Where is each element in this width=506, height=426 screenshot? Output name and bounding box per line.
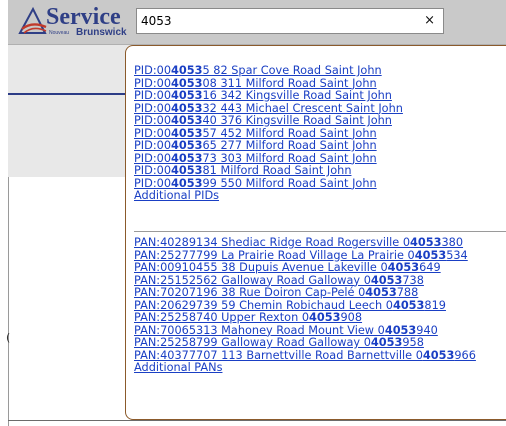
result-suffix: 788 (396, 286, 419, 299)
query-match: 4053 (365, 286, 397, 299)
additional-pids-link[interactable]: Additional PIDs (134, 189, 403, 203)
result-suffix: 5 82 Spar Cove Road Saint John (202, 64, 382, 77)
result-suffix: 32 443 Michael Crescent Saint John (202, 101, 403, 115)
result-prefix: PAN:25258799 Galloway Road Galloway 0 (134, 336, 371, 349)
result-suffix: 73 303 Milford Road Saint John (202, 151, 377, 165)
result-prefix: PID:00 (134, 89, 172, 102)
result-prefix: PAN:25258740 Upper Rexton 0 (134, 311, 310, 324)
service-new-brunswick-logo[interactable]: Service Nouveau Brunswick (18, 4, 127, 38)
result-prefix: PAN:25152562 Galloway Road Galloway 0 (134, 273, 371, 287)
logo-subtitle: Brunswick (76, 27, 127, 38)
query-match: 4053 (171, 101, 203, 115)
result-suffix: 57 452 Milford Road Saint John (202, 126, 377, 140)
logo-tagline: Nouveau (49, 30, 70, 36)
result-suffix: 819 (424, 298, 446, 312)
query-match: 4053 (171, 176, 203, 190)
result-suffix: 16 342 Kingsville Road Saint John (202, 89, 392, 102)
header-bar: Service Nouveau Brunswick × (8, 0, 506, 45)
result-prefix: PAN:70065313 Mahoney Road Mount View 0 (134, 323, 385, 337)
clear-x-icon[interactable]: × (424, 13, 435, 28)
result-suffix: 908 (340, 311, 363, 324)
results-divider (134, 231, 506, 232)
result-suffix: 380 (441, 236, 464, 249)
result-suffix: 649 (419, 261, 441, 274)
result-prefix: PID:00 (134, 76, 172, 90)
result-prefix: PID:00 (134, 176, 172, 190)
result-prefix: PAN:40289134 Shediac Ridge Road Rogersvi… (134, 236, 411, 249)
result-prefix: PID:00 (134, 139, 172, 152)
result-suffix: 08 311 Milford Road Saint John (202, 76, 377, 90)
query-match: 4053 (171, 76, 203, 90)
result-prefix: PID:00 (134, 164, 172, 177)
query-match: 4053 (422, 348, 455, 362)
query-match: 4053 (171, 139, 203, 152)
query-match: 4053 (309, 311, 341, 324)
logo-swoosh-icon (18, 6, 47, 34)
side-panel (8, 95, 133, 177)
result-prefix: PID:00 (134, 151, 172, 165)
result-prefix: PAN:40377707 113 Barnettville Road Barne… (134, 348, 423, 362)
search-input[interactable] (141, 12, 411, 30)
result-prefix: PAN:20629739 59 Chemin Robichaud Leech 0 (134, 298, 393, 312)
query-match: 4053 (171, 151, 203, 165)
search-box[interactable]: × (136, 8, 444, 34)
query-match: 4053 (171, 114, 203, 127)
result-prefix: PID:00 (134, 114, 172, 127)
result-suffix: 534 (446, 248, 468, 262)
query-match: 4053 (392, 298, 425, 312)
result-suffix: 738 (402, 273, 424, 287)
pan-results-list: PAN:40289134 Shediac Ridge Road Rogersvi… (134, 236, 476, 375)
result-suffix: 966 (454, 348, 476, 362)
additional-pans-link[interactable]: Additional PANs (134, 361, 476, 375)
result-prefix: PID:00 (134, 64, 172, 77)
nav-band (8, 45, 133, 95)
query-match: 4053 (171, 89, 203, 102)
query-match: 4053 (370, 273, 403, 287)
query-match: 4053 (414, 248, 447, 262)
query-match: 4053 (384, 323, 417, 337)
result-prefix: PAN:70207196 38 Rue Doiron Cap-Pelé 0 (134, 286, 366, 299)
result-prefix: PID:00 (134, 101, 172, 115)
query-match: 4053 (387, 261, 420, 274)
result-suffix: 40 376 Kingsville Road Saint John (202, 114, 392, 127)
query-match: 4053 (410, 236, 442, 249)
result-prefix: PAN:25277799 La Prairie Road Village La … (134, 248, 415, 262)
query-match: 4053 (171, 126, 203, 140)
result-prefix: PID:00 (134, 126, 172, 140)
result-suffix: 958 (402, 336, 424, 349)
query-match: 4053 (171, 64, 203, 77)
page-bottom-border (8, 420, 506, 421)
result-suffix: 81 Milford Road Saint John (202, 164, 352, 177)
pid-results-list: PID:0040535 82 Spar Cove Road Saint John… (134, 64, 403, 203)
result-suffix: 99 550 Milford Road Saint John (202, 176, 377, 190)
query-match: 4053 (171, 164, 203, 177)
result-suffix: 65 277 Milford Road Saint John (202, 139, 377, 152)
result-suffix: 940 (416, 323, 438, 337)
edge-glyph: ( (6, 331, 11, 344)
search-suggestions-dropdown: PID:0040535 82 Spar Cove Road Saint John… (125, 45, 506, 420)
query-match: 4053 (370, 336, 403, 349)
result-prefix: PAN:00910455 38 Dupuis Avenue Lakeville … (134, 261, 388, 274)
